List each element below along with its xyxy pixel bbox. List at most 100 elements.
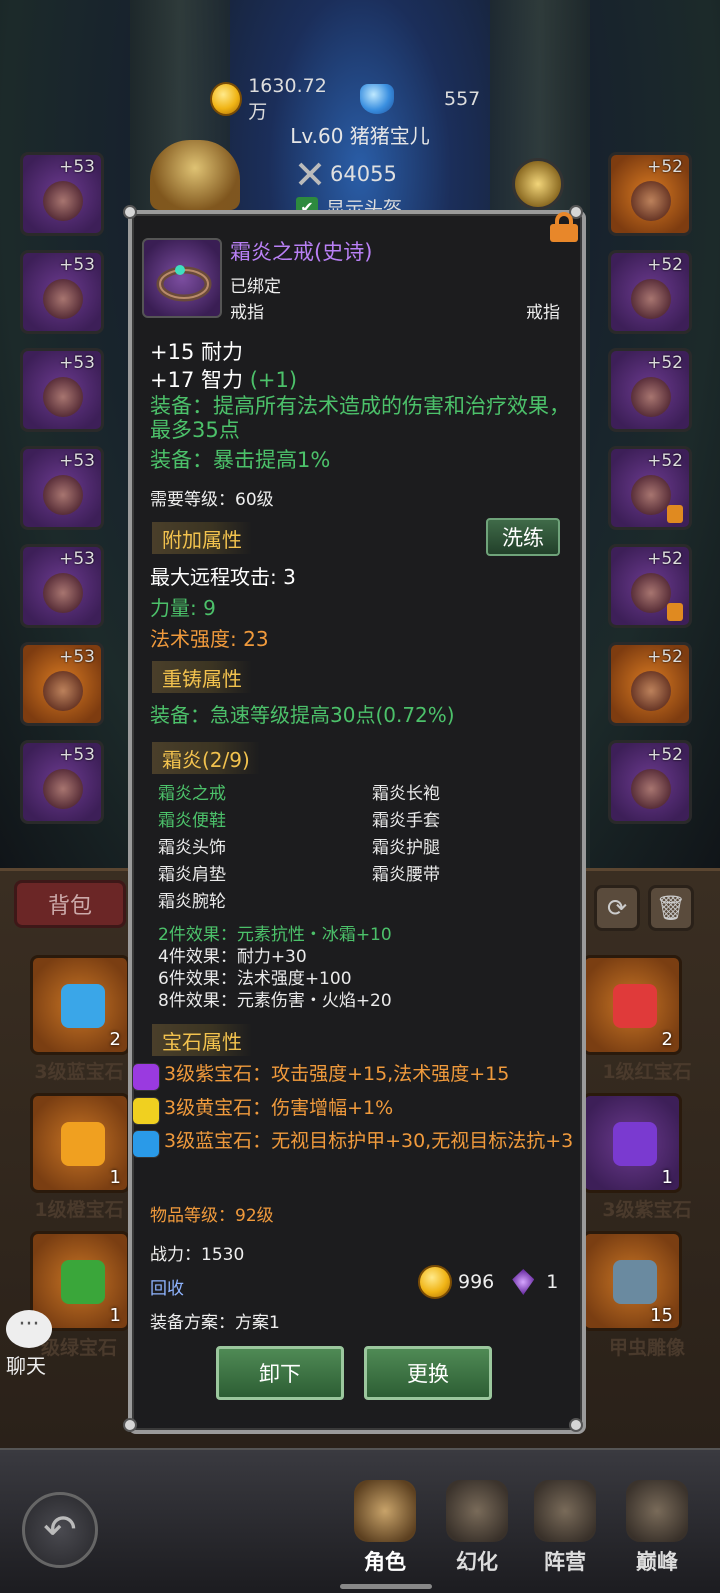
- gem-icon: [61, 1260, 105, 1304]
- bag-tab[interactable]: 背包: [14, 880, 126, 928]
- bag-item[interactable]: 2: [30, 955, 130, 1055]
- nav-transmog[interactable]: 幻化: [432, 1480, 522, 1580]
- gem-counter[interactable]: 557: [360, 82, 490, 116]
- nav-character[interactable]: 角色: [340, 1480, 430, 1580]
- nav-faction[interactable]: 阵营: [520, 1480, 610, 1580]
- lock-icon[interactable]: [550, 212, 578, 242]
- section-title-reforge: 重铸属性: [152, 661, 252, 693]
- enhance-level: +52: [647, 255, 683, 275]
- equipment-slot[interactable]: +52: [608, 250, 692, 334]
- bag-item-name: 3级蓝宝石: [34, 1061, 124, 1083]
- equipment-item-icon: [631, 671, 671, 711]
- character-helmet: [150, 140, 240, 210]
- item-count: 1: [661, 1167, 673, 1188]
- chat-bubble-icon[interactable]: ···: [6, 1310, 52, 1348]
- enhance-level: +53: [59, 255, 95, 275]
- equipment-slot[interactable]: +53: [20, 348, 104, 432]
- bag-item[interactable]: 15: [582, 1231, 682, 1331]
- item-count: 15: [650, 1305, 673, 1326]
- set-piece: 霜炎腰带: [372, 865, 440, 885]
- equipment-slot[interactable]: +52: [608, 348, 692, 432]
- set-piece: 霜炎便鞋: [158, 811, 226, 831]
- equipment-item-icon: [631, 279, 671, 319]
- bag-item[interactable]: 2: [582, 955, 682, 1055]
- equipment-slot[interactable]: +52: [608, 152, 692, 236]
- item-count: 2: [661, 1029, 673, 1050]
- enhance-level: +53: [59, 549, 95, 569]
- sell-gold-value: 996: [458, 1271, 495, 1293]
- gem-effect: 3级蓝宝石：无视目标护甲+30,无视目标法抗+3: [164, 1130, 574, 1152]
- equip-effect: 装备：提高所有法术造成的伤害和治疗效果，最多35点: [150, 394, 570, 442]
- equipment-slot[interactable]: +53: [20, 740, 104, 824]
- enhance-level: +53: [59, 157, 95, 177]
- mask-icon: [446, 1480, 508, 1542]
- equipment-slot[interactable]: +53: [20, 642, 104, 726]
- item-level: 物品等级：92级: [150, 1206, 274, 1226]
- gem-icon: [61, 984, 105, 1028]
- set-piece: 霜炎之戒: [158, 784, 226, 804]
- extra-attr: 力量: 9: [150, 596, 216, 620]
- equip-effect: 装备：暴击提高1%: [150, 448, 331, 472]
- star-badge-icon[interactable]: [512, 158, 564, 210]
- equipment-slot[interactable]: +53: [20, 446, 104, 530]
- enhance-level: +52: [647, 157, 683, 177]
- banner-icon: [534, 1480, 596, 1542]
- crossed-swords-icon: [298, 162, 322, 186]
- equipment-slot[interactable]: +52: [608, 446, 692, 530]
- equipment-slot[interactable]: +52: [608, 544, 692, 628]
- equipment-slot[interactable]: +52: [608, 740, 692, 824]
- equipment-slot[interactable]: +53: [20, 544, 104, 628]
- gem-effect: 3级紫宝石：攻击强度+15,法术强度+15: [164, 1063, 510, 1085]
- gold-counter[interactable]: 1630.72万: [210, 75, 340, 123]
- set-piece: 霜炎长袍: [372, 784, 440, 804]
- enhance-level: +53: [59, 451, 95, 471]
- gem-effect: 3级黄宝石：伤害增幅+1%: [164, 1097, 394, 1119]
- item-subtype: 戒指: [526, 303, 560, 323]
- recycle-link[interactable]: 回收: [150, 1274, 184, 1299]
- bag-item[interactable]: 1: [30, 1093, 130, 1193]
- refine-button[interactable]: 洗练: [486, 518, 560, 556]
- gem-icon: [613, 1260, 657, 1304]
- equipment-slot[interactable]: +53: [20, 152, 104, 236]
- equipment-slot[interactable]: +52: [608, 642, 692, 726]
- back-button[interactable]: ↶: [22, 1492, 98, 1568]
- corner-rivet: [123, 205, 137, 219]
- trash-button[interactable]: 🗑: [648, 885, 694, 931]
- player-name: Lv.60 猪猪宝儿: [290, 124, 430, 148]
- diamond-icon: [360, 84, 394, 114]
- required-level: 需要等级：60级: [150, 490, 274, 510]
- equipment-item-icon: [631, 475, 671, 515]
- equipment-item-icon: [43, 475, 83, 515]
- section-title-extra: 附加属性: [152, 522, 252, 554]
- bag-item-name: 1级红宝石: [602, 1061, 692, 1083]
- gold-value: 1630.72万: [248, 74, 327, 123]
- trash-icon: 🗑: [655, 894, 687, 922]
- bag-item[interactable]: 1: [582, 1093, 682, 1193]
- replace-button[interactable]: 更换: [364, 1346, 492, 1400]
- gem-value: 557: [444, 88, 481, 110]
- equipment-item-icon: [631, 181, 671, 221]
- ring-icon: [156, 265, 212, 302]
- gem-icon: [613, 1122, 657, 1166]
- unequip-button[interactable]: 卸下: [216, 1346, 344, 1400]
- equipment-item-icon: [631, 377, 671, 417]
- equipment-item-icon: [631, 769, 671, 809]
- nav-peak[interactable]: 巅峰: [612, 1480, 702, 1580]
- nav-label: 幻化: [456, 1550, 498, 1574]
- power-value: 64055: [330, 162, 397, 186]
- chat-label[interactable]: 聊天: [6, 1350, 46, 1379]
- refresh-button[interactable]: ⟳: [594, 885, 640, 931]
- bag-item-name: 3级紫宝石: [602, 1199, 692, 1221]
- reforge-attr: 装备：急速等级提高30点(0.72%): [150, 703, 455, 727]
- set-piece: 霜炎腕轮: [158, 892, 226, 912]
- item-count: 1: [109, 1167, 121, 1188]
- item-name: 霜炎之戒(史诗): [230, 240, 373, 264]
- item-count: 2: [109, 1029, 121, 1050]
- sell-gem-value: 1: [546, 1271, 559, 1293]
- nav-label: 巅峰: [636, 1550, 678, 1574]
- enhance-level: +52: [647, 451, 683, 471]
- gem-socket-row: 3级蓝宝石：无视目标护甲+30,无视目标法抗+3: [132, 1130, 574, 1158]
- equipment-item-icon: [43, 573, 83, 613]
- equipment-slot[interactable]: +53: [20, 250, 104, 334]
- enhance-level: +53: [59, 647, 95, 667]
